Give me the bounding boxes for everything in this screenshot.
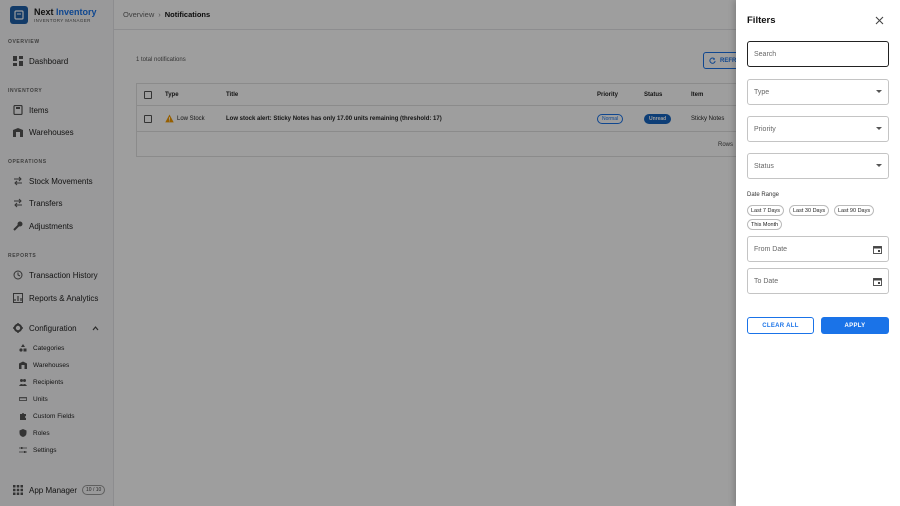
to-date-placeholder: To Date <box>754 277 779 285</box>
filters-drawer: Filters Search Type Priority Status Date… <box>736 0 900 506</box>
priority-select[interactable]: Priority <box>747 116 889 142</box>
modal-backdrop[interactable] <box>0 0 736 506</box>
date-range-label: Date Range <box>747 192 780 198</box>
filters-title: Filters <box>747 15 776 26</box>
calendar-icon[interactable] <box>873 245 882 254</box>
calendar-icon[interactable] <box>873 277 882 286</box>
status-select[interactable]: Status <box>747 153 889 179</box>
close-icon[interactable] <box>875 16 884 25</box>
dropdown-caret-icon <box>876 90 882 93</box>
from-date-input[interactable]: From Date <box>747 236 889 262</box>
chip-last-30-days[interactable]: Last 30 Days <box>789 205 830 216</box>
dropdown-caret-icon <box>876 164 882 167</box>
to-date-input[interactable]: To Date <box>747 268 889 294</box>
clear-all-button[interactable]: CLEAR ALL <box>747 317 814 334</box>
from-date-placeholder: From Date <box>754 245 788 253</box>
chip-this-month[interactable]: This Month <box>747 219 783 230</box>
search-placeholder: Search <box>754 50 777 58</box>
chip-last-7-days[interactable]: Last 7 Days <box>747 205 785 216</box>
priority-select-label: Priority <box>754 125 776 133</box>
status-select-label: Status <box>754 162 774 170</box>
chip-last-90-days[interactable]: Last 90 Days <box>834 205 875 216</box>
type-select[interactable]: Type <box>747 79 889 105</box>
apply-button[interactable]: APPLY <box>821 317 889 334</box>
dropdown-caret-icon <box>876 127 882 130</box>
search-input[interactable]: Search <box>747 41 889 67</box>
type-select-label: Type <box>754 88 770 96</box>
